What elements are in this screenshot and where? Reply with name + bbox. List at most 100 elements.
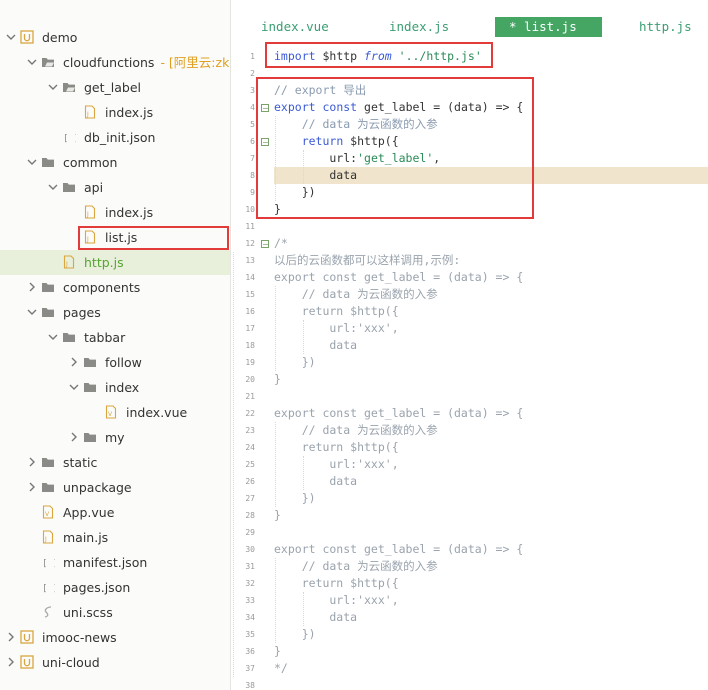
tree-item[interactable]: [ ] db_init.json xyxy=(0,125,230,150)
chevron-down-icon[interactable] xyxy=(48,81,58,93)
code-line[interactable]: // data 为云函数的入参 xyxy=(274,422,438,439)
tree-item[interactable]: Jhttp.js xyxy=(0,250,230,275)
chevron-right-icon[interactable] xyxy=(69,431,79,443)
chevron-right-icon[interactable] xyxy=(6,631,16,643)
chevron-down-icon[interactable] xyxy=(6,31,16,43)
tree-item[interactable]: [ ] manifest.json xyxy=(0,550,230,575)
chevron-down-icon[interactable] xyxy=(27,306,37,318)
indent-guide xyxy=(275,286,276,371)
chevron-right-icon[interactable] xyxy=(27,281,37,293)
tree-item[interactable]: tabbar xyxy=(0,325,230,350)
tab-index-js[interactable]: index.js xyxy=(389,17,449,37)
line-number: 19 xyxy=(245,358,255,367)
code-line[interactable]: export const get_label = (data) => { xyxy=(274,405,523,422)
folder-icon xyxy=(41,455,55,469)
tree-item[interactable]: my xyxy=(0,425,230,450)
code-line[interactable]: // data 为云函数的入参 xyxy=(274,286,438,303)
project-icon xyxy=(20,630,34,644)
tree-item-label: pages.json xyxy=(63,580,131,595)
code-line[interactable]: } xyxy=(274,643,281,660)
chevron-right-icon[interactable] xyxy=(27,481,37,493)
code-line[interactable]: } xyxy=(274,371,281,388)
tree-item[interactable]: follow xyxy=(0,350,230,375)
code-line[interactable]: url:'xxx', xyxy=(274,456,398,473)
code-line[interactable]: } xyxy=(274,507,281,524)
tree-item[interactable]: index xyxy=(0,375,230,400)
line-number: 31 xyxy=(245,562,255,571)
code-line[interactable]: url:'xxx', xyxy=(274,320,398,337)
line-number: 33 xyxy=(245,596,255,605)
tree-item[interactable]: uni-cloud xyxy=(0,650,230,675)
tree-item[interactable]: V App.vue xyxy=(0,500,230,525)
line-number: 20 xyxy=(245,375,255,384)
tree-item-label: common xyxy=(63,155,118,170)
folder-icon xyxy=(41,280,55,294)
code-line[interactable]: }) xyxy=(274,490,316,507)
tree-item[interactable]: Jindex.js xyxy=(0,100,230,125)
svg-text:[ ]: [ ] xyxy=(42,584,55,594)
line-number: 16 xyxy=(245,307,255,316)
code-line[interactable]: return $http({ xyxy=(274,575,399,592)
folder-icon xyxy=(83,355,97,369)
code-line[interactable]: data xyxy=(274,473,357,490)
svg-text:[ ]: [ ] xyxy=(42,559,55,569)
code-line[interactable]: }) xyxy=(274,626,316,643)
project-icon xyxy=(20,30,34,44)
tab-index-vue[interactable]: index.vue xyxy=(261,17,329,37)
tree-item[interactable]: Vindex.vue xyxy=(0,400,230,425)
chevron-right-icon[interactable] xyxy=(6,656,16,668)
chevron-down-icon[interactable] xyxy=(48,331,58,343)
code-line[interactable]: /* xyxy=(274,235,288,252)
chevron-down-icon[interactable] xyxy=(27,56,37,68)
chevron-right-icon[interactable] xyxy=(69,356,79,368)
code-line[interactable]: return $http({ xyxy=(274,303,399,320)
tree-item-label: index xyxy=(105,380,140,395)
tree-item[interactable]: imooc-news xyxy=(0,625,230,650)
tree-item[interactable]: [ ] pages.json xyxy=(0,575,230,600)
code-line[interactable]: export const get_label = (data) => { xyxy=(274,269,523,286)
chevron-down-icon[interactable] xyxy=(27,156,37,168)
tree-item-label: components xyxy=(63,280,141,295)
cloud-folder-icon xyxy=(62,80,76,94)
code-line[interactable]: export const get_label = (data) => { xyxy=(274,541,523,558)
tree-item[interactable]: Jindex.js xyxy=(0,200,230,225)
highlight-box-list-js xyxy=(78,226,229,250)
tab-http-js[interactable]: http.js xyxy=(639,17,692,37)
tree-item[interactable]: static xyxy=(0,450,230,475)
folder-icon xyxy=(41,155,55,169)
tree-item[interactable]: demo xyxy=(0,25,230,50)
line-number: 18 xyxy=(245,341,255,350)
indent-guide xyxy=(275,422,276,507)
folder-icon xyxy=(41,480,55,494)
tree-item[interactable]: unpackage xyxy=(0,475,230,500)
code-line[interactable]: 以后的云函数都可以这样调用,示例: xyxy=(274,252,460,269)
line-number: 12 xyxy=(245,239,255,248)
tree-item[interactable]: common xyxy=(0,150,230,175)
tree-item[interactable]: get_label xyxy=(0,75,230,100)
tree-item[interactable]: Jmain.js xyxy=(0,525,230,550)
chevron-down-icon[interactable] xyxy=(69,381,79,393)
code-line[interactable]: */ xyxy=(274,660,288,677)
tree-item[interactable]: pages xyxy=(0,300,230,325)
editor-tab-bar: index.vue index.js * list.js http.js xyxy=(231,0,708,40)
tree-item[interactable]: cloudfunctions- [阿里云:zk-d xyxy=(0,50,230,75)
code-line[interactable]: return $http({ xyxy=(274,439,399,456)
fold-toggle-icon[interactable]: − xyxy=(261,240,269,249)
tree-item[interactable]: api xyxy=(0,175,230,200)
vue-file-icon: V xyxy=(41,505,55,519)
code-line[interactable]: data xyxy=(274,337,357,354)
code-line[interactable]: }) xyxy=(274,354,316,371)
tree-item-label: App.vue xyxy=(63,505,115,520)
code-line[interactable]: url:'xxx', xyxy=(274,592,398,609)
tree-item[interactable]: uni.scss xyxy=(0,600,230,625)
code-line[interactable]: data xyxy=(274,609,357,626)
chevron-right-icon[interactable] xyxy=(27,456,37,468)
chevron-down-icon[interactable] xyxy=(48,181,58,193)
tab-list-js[interactable]: * list.js xyxy=(495,17,602,37)
code-line[interactable]: // data 为云函数的入参 xyxy=(274,558,438,575)
tree-item[interactable]: components xyxy=(0,275,230,300)
svg-text:V: V xyxy=(45,511,50,518)
indent-guide xyxy=(302,320,304,354)
tree-item-label: pages xyxy=(63,305,101,320)
line-number: 23 xyxy=(245,426,255,435)
